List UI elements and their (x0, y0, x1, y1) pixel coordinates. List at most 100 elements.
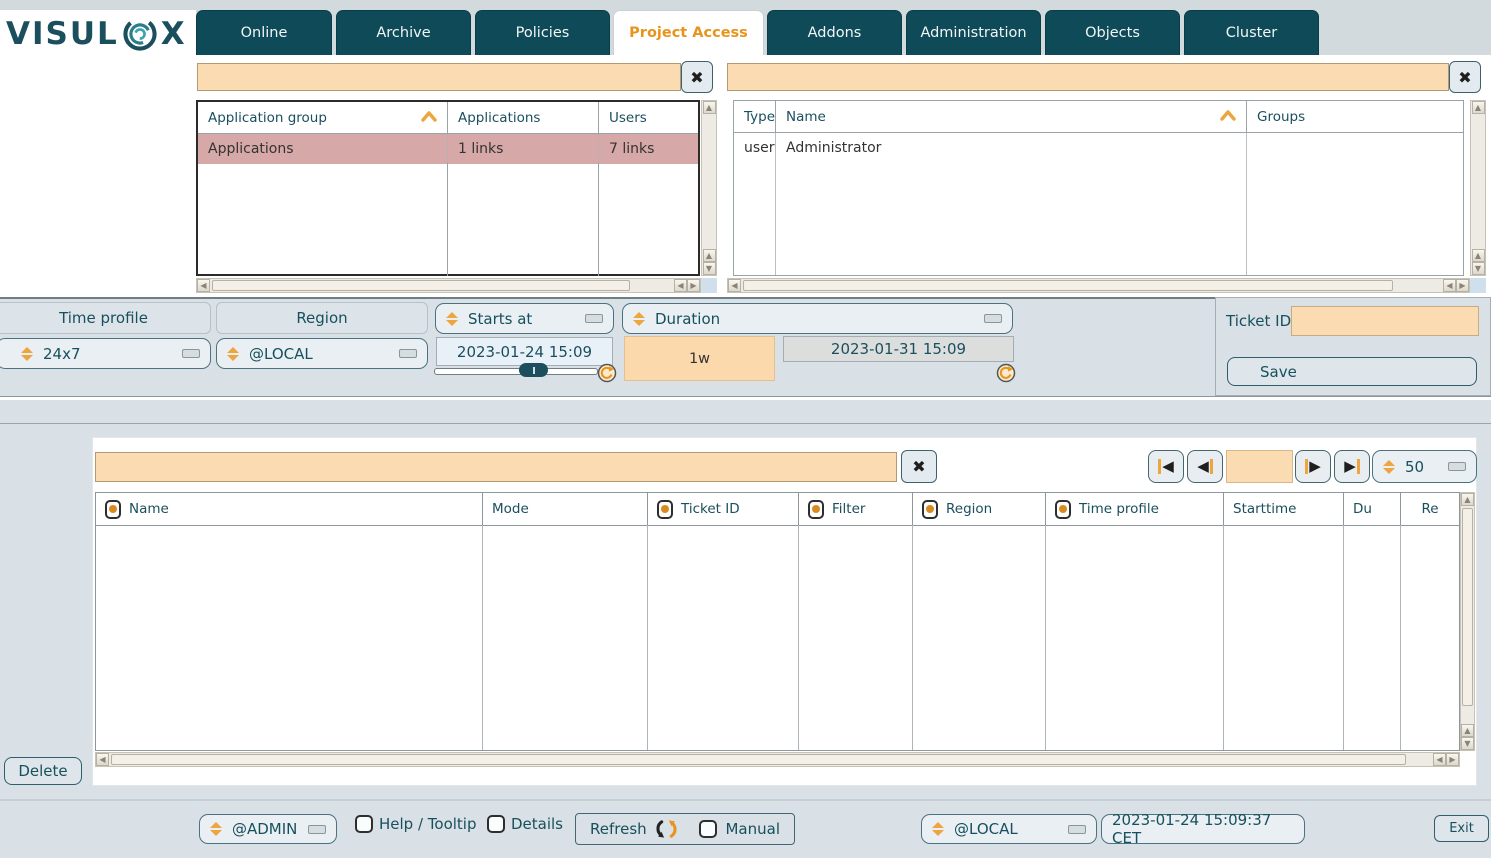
ticket-id-input[interactable] (1291, 306, 1479, 336)
users-search-clear-button[interactable]: ✖ (1449, 61, 1481, 93)
time-profile-select[interactable]: 24x7 (0, 338, 211, 369)
users-row[interactable]: user Administrator (734, 133, 1463, 163)
column-header-name[interactable]: Name (96, 493, 483, 525)
tab-online[interactable]: Online (196, 10, 332, 55)
manual-checkbox[interactable] (699, 820, 717, 838)
scroll-right-icon[interactable]: ▶ (1446, 753, 1459, 766)
page-size-select[interactable]: 50 (1372, 450, 1477, 483)
starts-at-reset-icon[interactable] (597, 363, 617, 387)
scroll-left-icon[interactable]: ◀ (674, 279, 687, 292)
starts-at-value[interactable]: 2023-01-24 15:09 (436, 337, 613, 366)
scrollbar-thumb[interactable] (743, 280, 1393, 291)
column-header-ticket-id[interactable]: Ticket ID (648, 493, 799, 525)
list-vertical-scrollbar[interactable]: ▲ ▲ ▼ (1460, 492, 1475, 751)
refresh-icon[interactable] (655, 818, 678, 840)
page-first-button[interactable]: ◀ (1148, 450, 1184, 483)
page-number-input[interactable] (1226, 450, 1293, 483)
users-vertical-scrollbar[interactable]: ▲ ▲ ▼ (1470, 100, 1486, 276)
starts-at-slider[interactable] (434, 368, 598, 375)
ends-at-reset-icon[interactable] (996, 363, 1016, 387)
scrollbar-thumb[interactable] (212, 280, 630, 291)
column-header-type[interactable]: Type (734, 101, 776, 132)
users-horizontal-scrollbar[interactable]: ◀ ◀ ▶ (727, 278, 1470, 293)
filter-icon[interactable] (1055, 500, 1071, 519)
column-header-du[interactable]: Du (1344, 493, 1401, 525)
page-next-button[interactable]: ▶ (1295, 450, 1331, 483)
scroll-up-icon[interactable]: ▲ (1461, 493, 1474, 506)
tab-policies[interactable]: Policies (475, 10, 610, 55)
scroll-right-icon[interactable]: ▶ (1456, 279, 1469, 292)
slider-thumb[interactable] (519, 363, 548, 377)
column-header-groups[interactable]: Groups (1247, 101, 1463, 132)
scroll-left-icon[interactable]: ◀ (728, 279, 741, 292)
applications-vertical-scrollbar[interactable]: ▲ ▲ ▼ (701, 100, 717, 276)
scrollbar-thumb[interactable] (1462, 508, 1473, 706)
scrollbar-thumb[interactable] (111, 754, 1406, 765)
dropdown-handle-icon (182, 349, 200, 358)
scroll-down-icon[interactable]: ▼ (703, 262, 716, 275)
column-header-application-group[interactable]: Application group (198, 102, 448, 133)
duration-select[interactable]: Duration (622, 303, 1013, 334)
applications-search-input[interactable] (197, 63, 681, 91)
close-icon: ✖ (1458, 68, 1471, 87)
tab-objects[interactable]: Objects (1045, 10, 1180, 55)
applications-row-selected[interactable]: Applications 1 links 7 links (198, 134, 698, 164)
scroll-up-icon[interactable]: ▲ (1472, 101, 1485, 114)
scroll-left-icon[interactable]: ◀ (96, 753, 109, 766)
help-tooltip-checkbox[interactable] (355, 815, 373, 833)
applications-horizontal-scrollbar[interactable]: ◀ ◀ ▶ (196, 278, 701, 293)
filter-icon[interactable] (922, 500, 938, 519)
dropdown-handle-icon (308, 825, 326, 834)
column-header-name[interactable]: Name (776, 101, 1247, 132)
access-list-header: Name Mode Ticket ID Filter Region Time p… (96, 493, 1459, 526)
column-header-region[interactable]: Region (913, 493, 1046, 525)
users-search-input[interactable] (727, 63, 1449, 91)
tab-cluster[interactable]: Cluster (1184, 10, 1319, 55)
column-header-filter[interactable]: Filter (799, 493, 913, 525)
save-button[interactable]: Save (1227, 357, 1477, 386)
page-prev-button[interactable]: ◀ (1187, 450, 1223, 483)
local-region-select[interactable]: @LOCAL (921, 814, 1097, 844)
column-header-mode[interactable]: Mode (483, 493, 648, 525)
filter-icon[interactable] (808, 500, 824, 519)
details-checkbox[interactable] (487, 815, 505, 833)
list-search-clear-button[interactable]: ✖ (901, 450, 937, 483)
region-select[interactable]: @LOCAL (216, 338, 428, 369)
exit-button[interactable]: Exit (1434, 815, 1489, 842)
tab-archive[interactable]: Archive (336, 10, 471, 55)
duration-value[interactable]: 1w (624, 336, 775, 381)
applications-table-header: Application group Applications Users (198, 102, 698, 134)
spinner-icon (446, 311, 459, 327)
scroll-left-icon[interactable]: ◀ (1443, 279, 1456, 292)
applications-table: Application group Applications Users App… (196, 100, 700, 276)
slider-track[interactable] (434, 368, 598, 375)
column-header-starttime[interactable]: Starttime (1224, 493, 1344, 525)
logo: VISUL X (0, 10, 196, 57)
scroll-left-icon[interactable]: ◀ (197, 279, 210, 292)
scroll-up-icon[interactable]: ▲ (1472, 249, 1485, 262)
tab-project-access[interactable]: Project Access (613, 10, 764, 55)
list-search-input[interactable] (95, 452, 897, 482)
scroll-up-icon[interactable]: ▲ (1461, 724, 1474, 737)
column-header-users[interactable]: Users (599, 102, 698, 133)
column-header-time-profile[interactable]: Time profile (1046, 493, 1224, 525)
scroll-up-icon[interactable]: ▲ (703, 101, 716, 114)
applications-search-clear-button[interactable]: ✖ (681, 61, 713, 93)
scroll-down-icon[interactable]: ▼ (1461, 737, 1474, 750)
admin-context-select[interactable]: @ADMIN (199, 814, 337, 844)
delete-button[interactable]: Delete (4, 757, 82, 785)
filter-icon[interactable] (657, 500, 673, 519)
users-table-gridlines (734, 162, 1463, 275)
column-header-applications[interactable]: Applications (448, 102, 599, 133)
column-header-re[interactable]: Re (1401, 493, 1459, 525)
scroll-left-icon[interactable]: ◀ (1433, 753, 1446, 766)
starts-at-select[interactable]: Starts at (435, 303, 614, 334)
list-horizontal-scrollbar[interactable]: ◀ ◀ ▶ (95, 752, 1460, 767)
page-last-button[interactable]: ▶ (1334, 450, 1370, 483)
scroll-up-icon[interactable]: ▲ (703, 249, 716, 262)
tab-administration[interactable]: Administration (906, 10, 1041, 55)
scroll-right-icon[interactable]: ▶ (687, 279, 700, 292)
tab-addons[interactable]: Addons (767, 10, 902, 55)
scroll-down-icon[interactable]: ▼ (1472, 262, 1485, 275)
filter-icon[interactable] (105, 500, 121, 519)
